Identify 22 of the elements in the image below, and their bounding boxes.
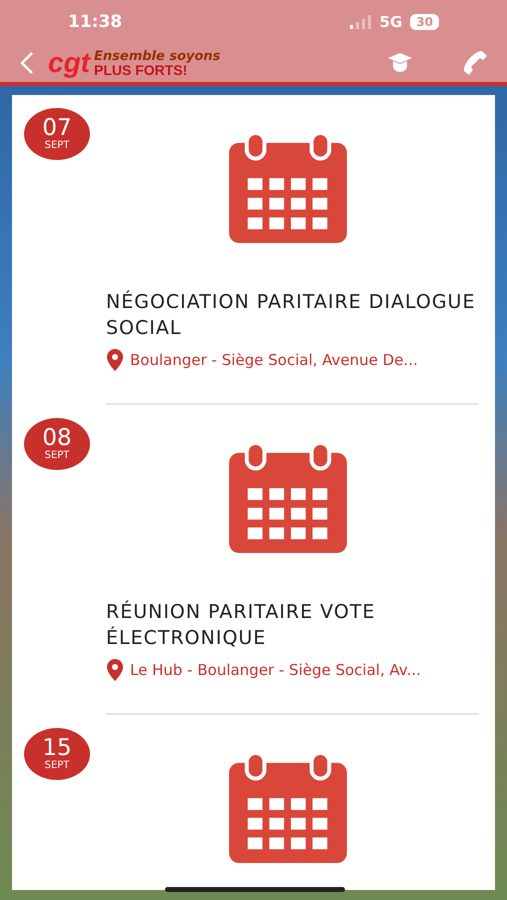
network-label: 5G xyxy=(380,13,402,31)
phone-icon[interactable] xyxy=(461,49,489,77)
back-icon[interactable] xyxy=(20,51,34,75)
event-title[interactable]: RÉUNION PARITAIRE VOTE ÉLECTRONIQUE xyxy=(106,599,479,651)
status-time: 11:38 xyxy=(68,12,122,32)
date-badge: 08 SEPT xyxy=(24,418,90,470)
event-location: Boulanger - Siège Social, Avenue De... xyxy=(130,351,418,369)
logo-mark: cgt xyxy=(48,49,90,77)
signal-icon xyxy=(350,15,372,29)
date-badge: 15 SEPT xyxy=(24,728,90,780)
logo-slogan: Ensemble soyons xyxy=(94,50,220,63)
date-badge: 07 SEPT xyxy=(24,108,90,160)
event-location: Le Hub - Boulanger - Siège Social, Av... xyxy=(130,661,421,679)
location-pin-icon xyxy=(106,349,124,371)
event-title[interactable]: NÉGOCIATION PARITAIRE DIALOGUE SOCIAL xyxy=(106,289,479,341)
battery-level: 30 xyxy=(410,14,439,30)
location-pin-icon xyxy=(106,659,124,681)
calendar-icon xyxy=(228,133,348,243)
calendar-icon xyxy=(228,753,348,863)
logo-slogan: PLUS FORTS! xyxy=(94,63,188,77)
calendar-icon xyxy=(228,443,348,553)
graduation-cap-icon[interactable] xyxy=(387,51,413,75)
